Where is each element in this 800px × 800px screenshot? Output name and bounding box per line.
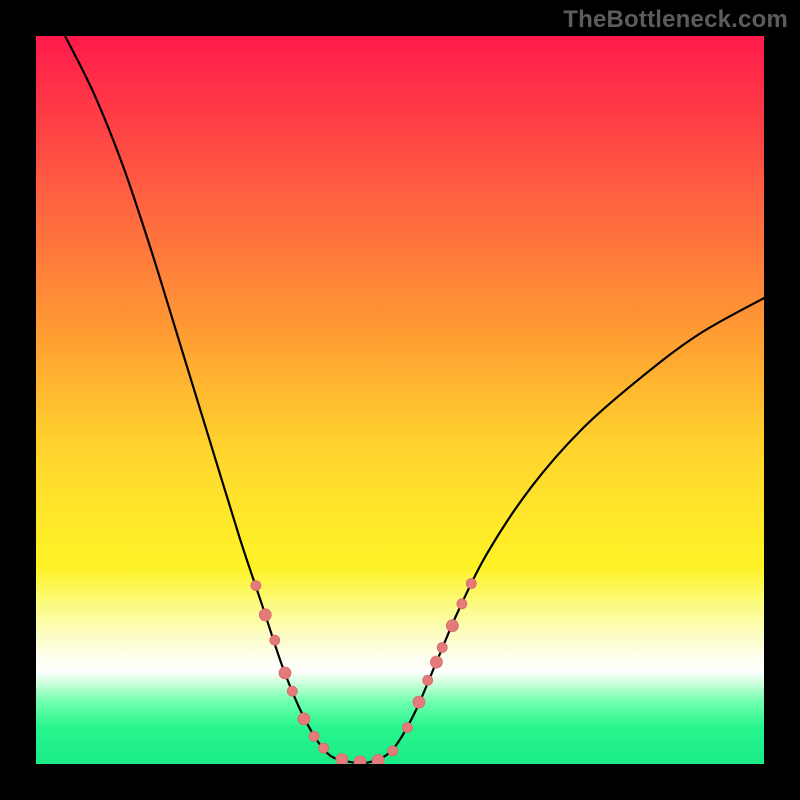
bottleneck-curve (65, 36, 764, 763)
data-marker (270, 635, 280, 645)
data-marker (437, 643, 447, 653)
plot-area (36, 36, 764, 764)
data-marker (423, 675, 433, 685)
data-marker (319, 743, 329, 753)
data-marker (372, 754, 384, 764)
data-marker (430, 656, 442, 668)
chart-frame: TheBottleneck.com (0, 0, 800, 800)
data-marker (402, 723, 412, 733)
data-marker (298, 713, 310, 725)
data-marker (309, 731, 319, 741)
data-marker (336, 754, 348, 764)
data-marker (446, 620, 458, 632)
attribution-text: TheBottleneck.com (563, 6, 788, 34)
data-markers (251, 579, 476, 765)
data-marker (287, 686, 297, 696)
data-marker (251, 581, 261, 591)
data-marker (466, 579, 476, 589)
data-marker (388, 746, 398, 756)
data-marker (413, 696, 425, 708)
data-marker (259, 609, 271, 621)
data-marker (354, 756, 366, 764)
curve-layer (36, 36, 764, 764)
data-marker (279, 667, 291, 679)
data-marker (457, 599, 467, 609)
